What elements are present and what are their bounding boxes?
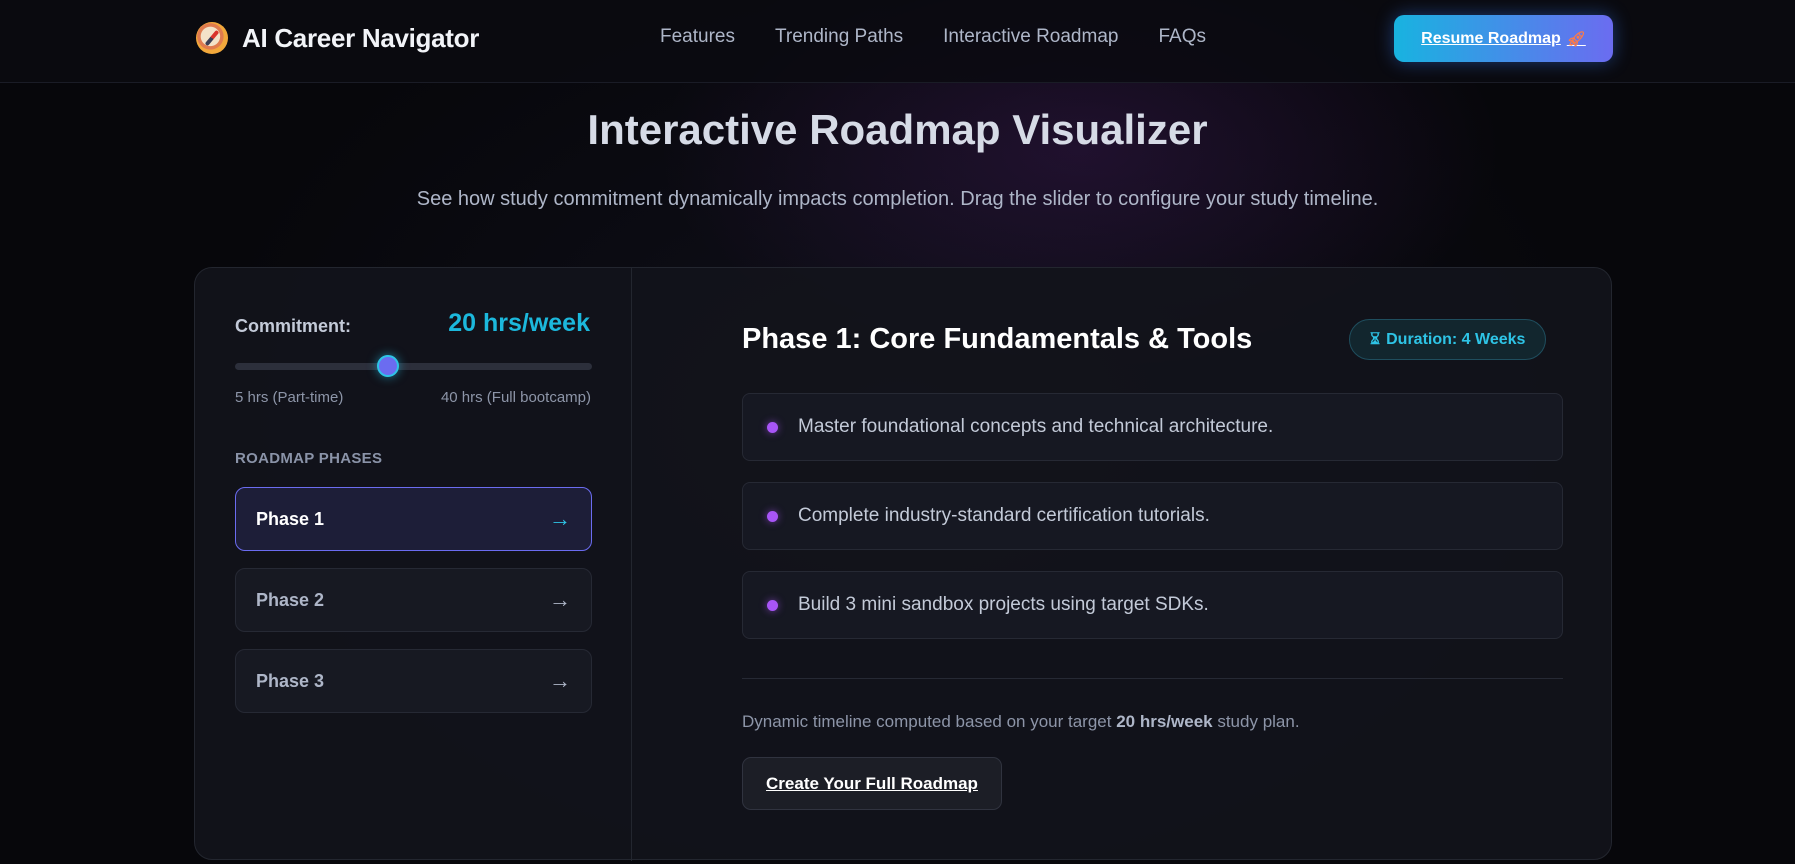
phase-item-1[interactable]: Phase 1 → [235, 487, 592, 551]
phase-title: Phase 1: Core Fundamentals & Tools [742, 323, 1253, 355]
rocket-icon: 🚀︎ [1566, 30, 1586, 48]
phase-list: Phase 1 → Phase 2 → Phase 3 → [235, 487, 592, 730]
task-item: Master foundational concepts and technic… [742, 393, 1563, 461]
arrow-right-icon: → [549, 668, 571, 693]
page-title: Interactive Roadmap Visualizer [587, 106, 1208, 153]
nav-link-faqs[interactable]: FAQs [1158, 26, 1206, 48]
commitment-value: 20 hrs/week [448, 309, 590, 337]
resume-roadmap-label: Resume Roadmap [1421, 29, 1561, 47]
arrow-right-icon: → [549, 506, 571, 531]
nav-link-features[interactable]: Features [660, 26, 735, 48]
brand-name: AI Career Navigator [242, 22, 480, 53]
phase-item-2[interactable]: Phase 2 → [235, 568, 592, 632]
arrow-right-icon: → [549, 587, 571, 612]
roadmap-card: Commitment: 20 hrs/week 5 hrs (Part-time… [194, 267, 1613, 861]
task-item: Complete industry-standard certification… [742, 482, 1563, 550]
task-item: Build 3 mini sandbox projects using targ… [742, 571, 1563, 639]
top-header: AI Career Navigator Features Trending Pa… [0, 0, 1795, 83]
timeline-note-value: 20 hrs/week [1116, 712, 1213, 731]
bullet-dot-icon [767, 510, 778, 522]
compass-icon [196, 22, 228, 54]
bullet-dot-icon [767, 421, 778, 433]
hourglass-icon: ⏳︎ [1370, 330, 1381, 348]
phase-label: Phase 3 [256, 670, 325, 691]
nav-link-interactive-roadmap[interactable]: Interactive Roadmap [943, 26, 1118, 48]
main-nav: Features Trending Paths Interactive Road… [660, 26, 1206, 48]
roadmap-phases-heading: ROADMAP PHASES [235, 450, 383, 467]
commitment-label: Commitment: [235, 316, 351, 336]
phase-item-3[interactable]: Phase 3 → [235, 649, 592, 713]
timeline-note-prefix: Dynamic timeline computed based on your … [742, 712, 1117, 731]
phase-label: Phase 1 [256, 508, 325, 529]
bullet-dot-icon [767, 599, 778, 611]
timeline-note: Dynamic timeline computed based on your … [742, 712, 1300, 732]
create-full-roadmap-button[interactable]: Create Your Full Roadmap [742, 757, 1002, 810]
slider-min-label: 5 hrs (Part-time) [235, 389, 344, 406]
slider-handle[interactable] [377, 355, 399, 377]
duration-badge: ⏳︎ Duration: 4 Weeks [1349, 319, 1547, 360]
task-list: Master foundational concepts and technic… [742, 393, 1563, 660]
timeline-note-suffix: study plan. [1212, 712, 1300, 731]
nav-link-trending-paths[interactable]: Trending Paths [775, 26, 903, 48]
slider-max-label: 40 hrs (Full bootcamp) [440, 389, 591, 406]
controls-panel: Commitment: 20 hrs/week 5 hrs (Part-time… [195, 268, 632, 861]
duration-label: Duration: 4 Weeks [1386, 330, 1526, 348]
commitment-slider[interactable] [235, 355, 592, 377]
page-subtitle: See how study commitment dynamically imp… [416, 188, 1379, 210]
phase-detail-panel: Phase 1: Core Fundamentals & Tools ⏳︎ Du… [632, 268, 1613, 861]
task-text: Build 3 mini sandbox projects using targ… [798, 594, 1209, 615]
brand[interactable]: AI Career Navigator [196, 20, 479, 56]
task-text: Complete industry-standard certification… [798, 505, 1210, 526]
task-text: Master foundational concepts and technic… [798, 416, 1274, 437]
phase-label: Phase 2 [256, 589, 325, 610]
divider [742, 678, 1563, 679]
resume-roadmap-button[interactable]: Resume Roadmap 🚀︎ [1394, 15, 1613, 62]
